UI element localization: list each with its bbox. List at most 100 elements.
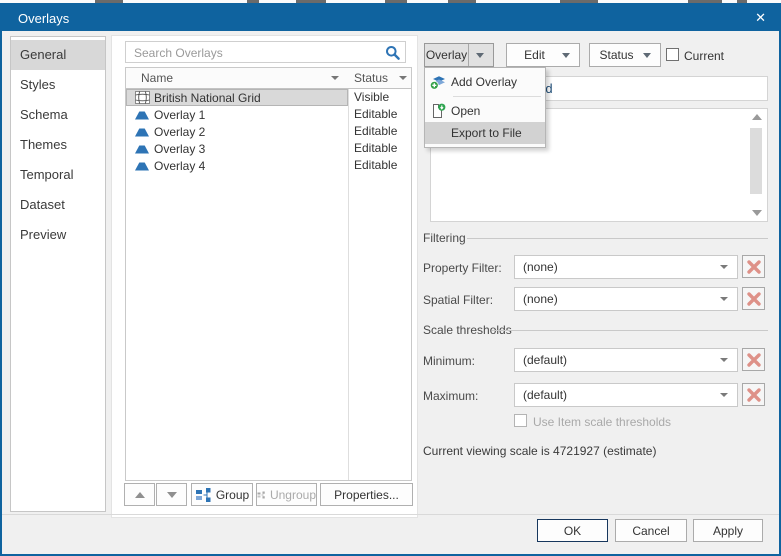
clear-minimum-scale-button[interactable] xyxy=(742,348,765,371)
combo-arrow-icon xyxy=(720,393,728,397)
row-status: Visible xyxy=(354,90,390,104)
property-filter-value: (none) xyxy=(523,260,558,274)
ok-button[interactable]: OK xyxy=(537,519,608,542)
red-x-icon xyxy=(746,352,761,367)
search-box xyxy=(125,41,406,63)
clear-maximum-scale-button[interactable] xyxy=(742,383,765,406)
close-button[interactable]: ✕ xyxy=(755,10,766,26)
list-header: Name Status xyxy=(126,68,411,89)
search-input[interactable] xyxy=(132,43,384,63)
sidebar-item-preview[interactable]: Preview xyxy=(11,220,105,250)
cancel-button-label: Cancel xyxy=(632,523,670,538)
group-button-label: Group xyxy=(215,487,250,502)
table-row[interactable]: Overlay 2 Editable xyxy=(126,123,411,140)
menu-item-add-overlay[interactable]: Add Overlay xyxy=(425,71,545,93)
british-national-grid-icon xyxy=(135,91,150,104)
spatial-filter-combobox[interactable]: (none) xyxy=(514,287,738,311)
search-icon[interactable] xyxy=(385,45,401,61)
menu-item-export-to-file[interactable]: Export to File xyxy=(425,122,545,144)
row-status: Editable xyxy=(354,107,398,121)
filtering-section-rule xyxy=(467,238,768,239)
menu-separator xyxy=(453,96,541,97)
edit-dropdown-button[interactable]: Edit xyxy=(506,43,580,67)
sidebar-item-styles[interactable]: Styles xyxy=(11,70,105,100)
use-item-scale-thresholds-label: Use Item scale thresholds xyxy=(533,415,672,429)
name-filter-arrow-icon[interactable] xyxy=(331,76,339,80)
move-up-button[interactable] xyxy=(124,483,155,506)
use-item-scale-thresholds-checkbox[interactable] xyxy=(514,414,527,427)
column-header-status[interactable]: Status xyxy=(354,71,388,85)
sidebar: General Styles Schema Themes Temporal Da… xyxy=(10,36,106,512)
table-row[interactable]: Overlay 4 Editable xyxy=(126,157,411,174)
apply-button-label: Apply xyxy=(712,523,744,538)
current-viewing-scale-text: Current viewing scale is 4721927 (estima… xyxy=(423,444,657,458)
clear-property-filter-button[interactable] xyxy=(742,255,765,278)
cancel-button[interactable]: Cancel xyxy=(615,519,687,542)
row-status: Editable xyxy=(354,158,398,172)
overlay-dropdown-arrow-icon xyxy=(476,52,484,58)
menu-item-open[interactable]: Open xyxy=(425,100,545,122)
red-x-icon xyxy=(746,291,761,306)
red-x-icon xyxy=(746,387,761,402)
add-overlay-icon xyxy=(430,76,445,90)
description-scrollbar[interactable] xyxy=(750,112,764,218)
row-name: Overlay 3 xyxy=(154,141,206,156)
overlay-dropdown-menu: Add Overlay Open Export to File xyxy=(424,67,546,148)
status-dropdown-button[interactable]: Status xyxy=(589,43,661,67)
row-status: Editable xyxy=(354,141,398,155)
scroll-down-icon[interactable] xyxy=(752,210,762,216)
property-filter-combobox[interactable]: (none) xyxy=(514,255,738,279)
move-down-button[interactable] xyxy=(156,483,187,506)
ungroup-icon xyxy=(257,491,265,498)
status-filter-arrow-icon[interactable] xyxy=(399,76,407,80)
combo-arrow-icon xyxy=(720,265,728,269)
apply-button[interactable]: Apply xyxy=(693,519,763,542)
ungroup-button-label: Ungroup xyxy=(269,487,316,502)
overlay-icon xyxy=(135,111,149,120)
edit-dropdown-arrow-icon xyxy=(562,52,570,58)
status-dropdown-arrow-icon xyxy=(643,52,651,58)
open-icon xyxy=(433,103,446,118)
overlay-button-label: Overlay xyxy=(425,48,468,62)
overlay-icon xyxy=(135,128,149,137)
minimum-scale-value: (default) xyxy=(523,353,568,367)
scale-thresholds-section-rule xyxy=(492,330,768,331)
menu-item-label: Export to File xyxy=(451,126,522,140)
table-row[interactable]: British National Grid Visible xyxy=(126,89,411,106)
column-header-name[interactable]: Name xyxy=(141,71,173,85)
status-button-label: Status xyxy=(599,48,634,62)
properties-button-label: Properties... xyxy=(334,487,399,502)
minimum-scale-combobox[interactable]: (default) xyxy=(514,348,738,372)
sidebar-item-general[interactable]: General xyxy=(11,40,105,70)
clear-spatial-filter-button[interactable] xyxy=(742,287,765,310)
spatial-filter-label: Spatial Filter: xyxy=(423,293,494,307)
maximum-label: Maximum: xyxy=(423,389,479,403)
table-row[interactable]: Overlay 3 Editable xyxy=(126,140,411,157)
row-name: Overlay 4 xyxy=(154,158,206,173)
overlay-list: Name Status British National Grid Visibl… xyxy=(125,67,412,481)
maximum-scale-combobox[interactable]: (default) xyxy=(514,383,738,407)
maximum-scale-value: (default) xyxy=(523,388,568,402)
red-x-icon xyxy=(746,259,761,274)
current-checkbox[interactable] xyxy=(666,48,679,61)
footer-separator xyxy=(2,514,779,515)
scrollbar-thumb[interactable] xyxy=(750,128,762,194)
sidebar-item-schema[interactable]: Schema xyxy=(11,100,105,130)
current-checkbox-label: Current xyxy=(684,49,725,63)
scroll-up-icon[interactable] xyxy=(752,114,762,120)
ungroup-button[interactable]: Ungroup xyxy=(256,483,317,506)
up-arrow-icon xyxy=(134,491,145,498)
table-row[interactable]: Overlay 1 Editable xyxy=(126,106,411,123)
group-icon xyxy=(195,487,211,502)
row-name: Overlay 1 xyxy=(154,107,206,122)
group-button[interactable]: Group xyxy=(191,483,253,506)
overlays-dialog: Overlays ✕ General Styles Schema Themes … xyxy=(0,3,781,556)
menu-item-label: Open xyxy=(451,104,481,118)
overlay-split-button[interactable]: Overlay xyxy=(424,43,494,67)
title-bar: Overlays ✕ xyxy=(2,5,779,31)
properties-button[interactable]: Properties... xyxy=(320,483,413,506)
sidebar-item-temporal[interactable]: Temporal xyxy=(11,160,105,190)
edit-button-label: Edit xyxy=(524,48,545,62)
sidebar-item-dataset[interactable]: Dataset xyxy=(11,190,105,220)
sidebar-item-themes[interactable]: Themes xyxy=(11,130,105,160)
